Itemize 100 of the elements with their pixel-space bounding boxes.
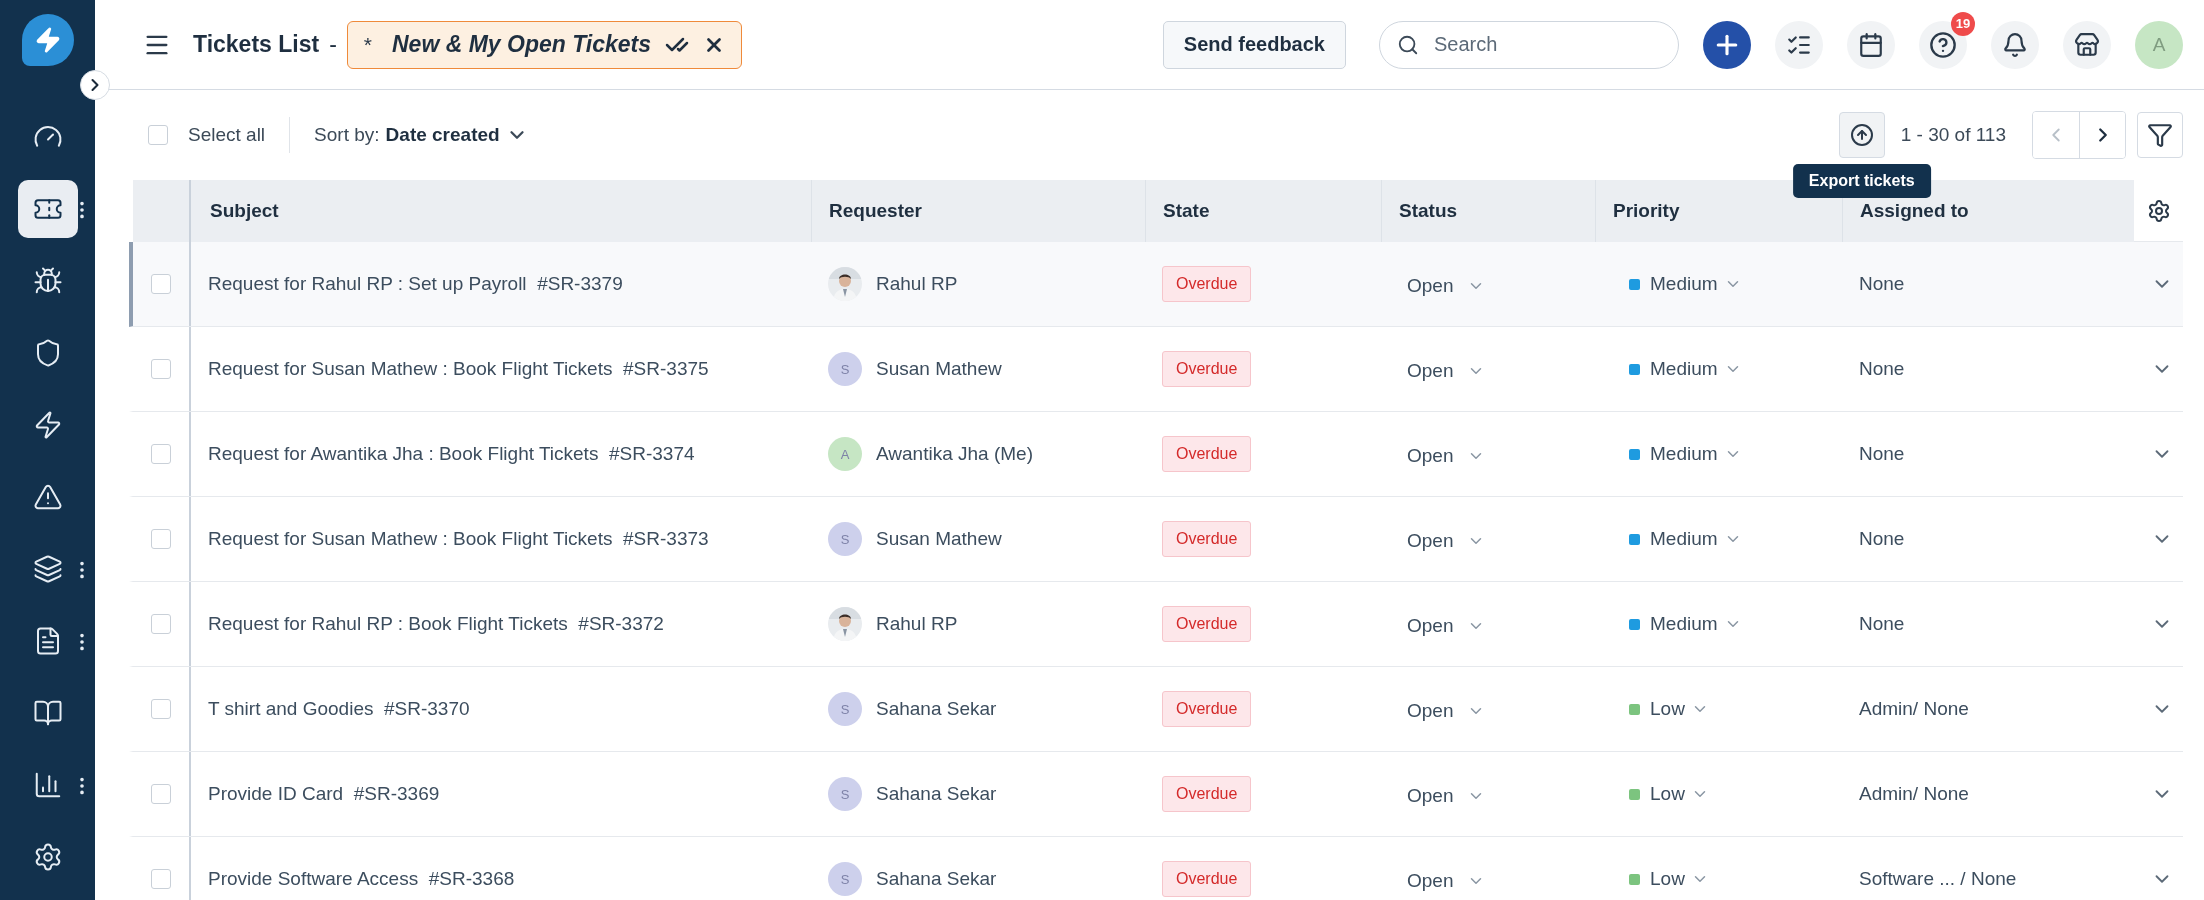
settings-icon (2146, 198, 2171, 223)
avatar: S (828, 862, 862, 896)
export-button[interactable] (1838, 112, 1885, 158)
view-name: New & My Open Tickets (392, 31, 652, 58)
avatar: S (828, 522, 862, 556)
notification-badge: 19 (1951, 11, 1975, 36)
status-dropdown[interactable]: Open (1407, 615, 1486, 637)
ticket-subject[interactable]: T shirt and Goodies #SR-3370 (208, 698, 470, 720)
requester-name: Susan Mathew (876, 358, 1002, 380)
notifications-button[interactable] (1991, 20, 2039, 69)
unsaved-mark: * (363, 32, 372, 57)
upload-icon (1849, 123, 1874, 147)
requester-name: Sahana Sekar (876, 783, 997, 805)
alert-icon (32, 482, 63, 512)
row-checkbox[interactable] (151, 699, 171, 719)
page-title: Tickets List (193, 31, 320, 58)
priority-dropdown[interactable]: Medium (1650, 613, 1742, 635)
assignee: None (1859, 273, 1905, 295)
status-dropdown[interactable]: Open (1407, 275, 1486, 297)
ticket-subject[interactable]: Request for Rahul RP : Set up Payroll #SR-3379 (208, 273, 623, 295)
assignee: None (1859, 443, 1905, 465)
priority-dropdown[interactable]: Medium (1650, 273, 1742, 295)
store-icon (2074, 31, 2100, 58)
status-dropdown[interactable]: Open (1407, 700, 1486, 722)
requester-name: Sahana Sekar (876, 868, 997, 890)
state-tag: Overdue (1162, 691, 1252, 727)
row-checkbox[interactable] (151, 274, 171, 294)
row-checkbox[interactable] (151, 869, 171, 889)
view-chip[interactable]: * New & My Open Tickets (346, 20, 743, 69)
book-icon (32, 698, 63, 728)
requester-name: Sahana Sekar (876, 698, 997, 720)
state-tag: Overdue (1162, 861, 1252, 897)
priority-dropdown[interactable]: Medium (1650, 358, 1742, 380)
row-checkbox[interactable] (151, 784, 171, 804)
ticket-subject[interactable]: Provide ID Card #SR-3369 (208, 783, 440, 805)
avatar: S (828, 352, 862, 386)
state-tag: Overdue (1162, 436, 1252, 472)
search-field[interactable]: Search (1379, 20, 1679, 69)
priority-dropdown[interactable]: Low (1650, 698, 1709, 720)
priority-dropdown[interactable]: Low (1650, 783, 1709, 805)
status-dropdown[interactable]: Open (1407, 360, 1486, 382)
row-checkbox[interactable] (151, 614, 171, 634)
sort-dropdown[interactable]: Sort by: Date created (314, 124, 528, 146)
title-separator: - (329, 31, 337, 58)
add-button[interactable] (1703, 20, 1751, 69)
ticket-subject[interactable]: Request for Susan Mathew : Book Flight Tickets #SR-3375 (208, 358, 709, 380)
requester-name: Susan Mathew (876, 528, 1002, 550)
bug-icon (32, 266, 63, 296)
select-all-label: Select all (188, 124, 266, 146)
state-tag: Overdue (1162, 266, 1252, 302)
ticket-subject[interactable]: Request for Susan Mathew : Book Flight Tickets #SR-3373 (208, 528, 709, 550)
ticket-row[interactable]: Request for Susan Mathew : Book Flight Tickets #SR-3375 S Susan Mathew Overdue Open Medium None (129, 327, 2183, 412)
priority-dropdown[interactable]: Low (1650, 868, 1709, 890)
bell-icon (2002, 31, 2028, 58)
state-tag: Overdue (1162, 521, 1252, 557)
tooltip: Export tickets (1792, 164, 1931, 198)
row-checkbox[interactable] (151, 444, 171, 464)
state-tag: Overdue (1162, 776, 1252, 812)
select-all-checkbox[interactable] (148, 125, 168, 145)
assignee: Admin/ None (1859, 783, 1969, 805)
status-dropdown[interactable]: Open (1407, 870, 1486, 892)
requester-name: Rahul RP (876, 613, 958, 635)
pagination-text: 1 - 30 of 113 (1900, 124, 2006, 146)
ticket-button[interactable] (17, 180, 78, 238)
calendar-button[interactable] (1847, 20, 1895, 69)
filter-button[interactable] (2137, 112, 2183, 158)
ticket-subject[interactable]: Request for Awantika Jha : Book Flight Tickets #SR-3374 (208, 443, 695, 465)
help-icon (1929, 30, 1957, 59)
priority-dropdown[interactable]: Medium (1650, 443, 1742, 465)
assignee: Software ... / None (1859, 868, 2017, 890)
status-dropdown[interactable]: Open (1407, 785, 1486, 807)
ticket-row[interactable]: T shirt and Goodies #SR-3370 S Sahana Sekar Overdue Open Low Admin/ None (129, 667, 2183, 752)
avatar: A (828, 437, 862, 471)
ticket-subject[interactable]: Request for Rahul RP : Book Flight Tickets #SR-3372 (208, 613, 664, 635)
assignee: Admin/ None (1859, 698, 1969, 720)
state-tag: Overdue (1162, 606, 1252, 642)
store-button[interactable] (2063, 20, 2111, 69)
requester-name: Rahul RP (876, 273, 958, 295)
assignee: None (1859, 613, 1905, 635)
ticket-subject[interactable]: Provide Software Access #SR-3368 (208, 868, 515, 890)
logo-icon[interactable] (21, 14, 74, 66)
ticket-row[interactable]: Request for Susan Mathew : Book Flight Tickets #SR-3373 S Susan Mathew Overdue Open Medium None (129, 497, 2183, 582)
ticket-row[interactable]: Request for Rahul RP : Book Flight Tickets #SR-3372 Rahul RP Overdue Open Medium None (129, 582, 2183, 667)
assignee: None (1859, 528, 1905, 550)
ticket-row[interactable]: Request for Rahul RP : Set up Payroll #SR-3379 Rahul RP Overdue Open Medium None (129, 242, 2183, 327)
calendar-icon (1858, 31, 1884, 58)
assignee: None (1859, 358, 1905, 380)
row-checkbox[interactable] (151, 359, 171, 379)
requester-name: Awantika Jha (Me) (876, 443, 1033, 465)
checklist-button[interactable] (1775, 20, 1823, 69)
feedback-button[interactable]: Send feedback (1162, 20, 1346, 69)
avatar: S (828, 692, 862, 726)
status-dropdown[interactable]: Open (1407, 445, 1486, 467)
priority-dropdown[interactable]: Medium (1650, 528, 1742, 550)
ticket-row[interactable]: Request for Awantika Jha : Book Flight Tickets #SR-3374 A Awantika Jha (Me) Overdue Open Medium None (129, 412, 2183, 497)
avatar: S (828, 777, 862, 811)
ticket-row[interactable]: Provide ID Card #SR-3369 S Sahana Sekar Overdue Open Low Admin/ None (129, 752, 2183, 837)
layers-icon (32, 554, 63, 584)
row-checkbox[interactable] (151, 529, 171, 549)
status-dropdown[interactable]: Open (1407, 530, 1486, 552)
